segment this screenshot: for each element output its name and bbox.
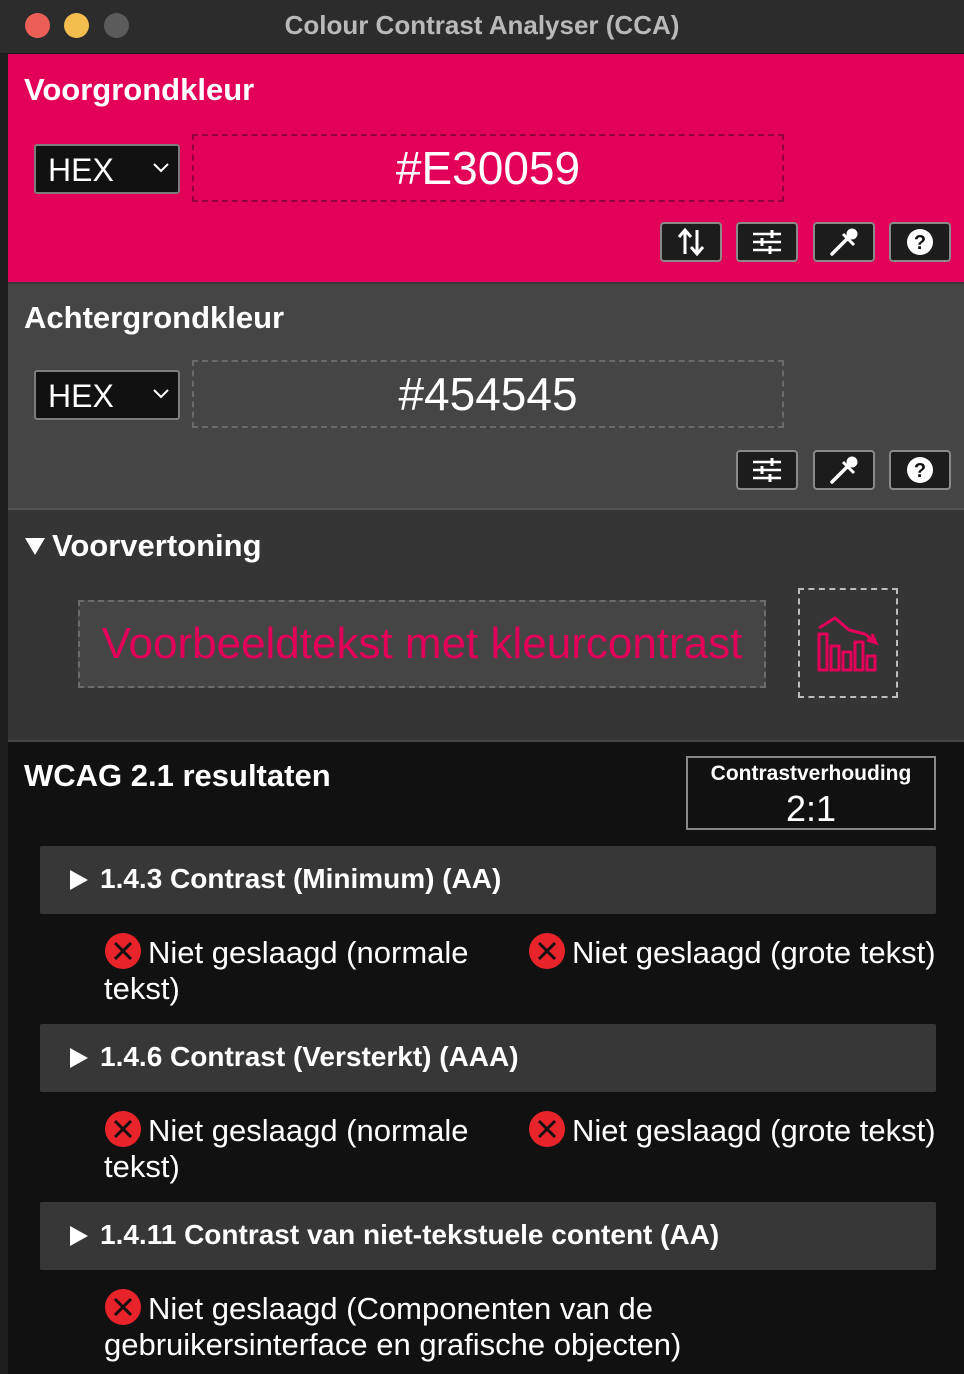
chevron-down-icon	[153, 389, 169, 399]
svg-text:?: ?	[914, 460, 926, 482]
eyedropper-icon	[830, 456, 858, 484]
background-sliders-button[interactable]	[736, 450, 798, 490]
foreground-title: Voorgrondkleur	[24, 72, 255, 107]
help-icon: ?	[907, 229, 933, 255]
preview-section: Voorvertoning Voorbeeldtekst met kleurco…	[8, 508, 964, 740]
result-1-4-6-large: Niet geslaagd (grote tekst)	[528, 1110, 964, 1149]
background-format-select[interactable]: HEX	[34, 370, 180, 420]
wcag-title: WCAG 2.1 resultaten	[24, 758, 331, 793]
result-1-4-11-ui: Niet geslaagd (Componenten van de gebrui…	[104, 1288, 744, 1363]
result-1-4-3-normal: Niet geslaagd (normale tekst)	[104, 932, 504, 1007]
preview-title: Voorvertoning	[52, 528, 262, 563]
result-text: Niet geslaagd (grote tekst)	[572, 1113, 936, 1148]
triangle-right-icon	[70, 870, 88, 890]
help-icon: ?	[907, 457, 933, 483]
eyedropper-icon	[830, 228, 858, 256]
foreground-hex-input[interactable]: #E30059	[192, 134, 784, 202]
background-eyedropper-button[interactable]	[813, 450, 875, 490]
criterion-1-4-6-toggle[interactable]: 1.4.6 Contrast (Versterkt) (AAA)	[40, 1024, 936, 1092]
sliders-icon	[753, 458, 781, 482]
foreground-format-select[interactable]: HEX	[34, 144, 180, 194]
fail-x-icon	[529, 1111, 565, 1147]
fail-x-icon	[105, 933, 141, 969]
fail-x-icon	[105, 1289, 141, 1325]
triangle-right-icon	[70, 1226, 88, 1246]
background-title: Achtergrondkleur	[24, 300, 285, 335]
foreground-sliders-button[interactable]	[736, 222, 798, 262]
swap-arrows-icon	[677, 227, 705, 257]
result-1-4-3-large: Niet geslaagd (grote tekst)	[528, 932, 964, 971]
foreground-section: Voorgrondkleur HEX #E30059 ?	[8, 54, 964, 282]
swap-colors-button[interactable]	[660, 222, 722, 262]
chart-button[interactable]	[798, 588, 898, 698]
triangle-down-icon	[25, 538, 45, 555]
window-edge	[0, 54, 8, 1374]
contrast-ratio-value: 2:1	[785, 788, 837, 829]
criterion-label: 1.4.11 Contrast van niet-tekstuele conte…	[100, 1219, 720, 1250]
result-text: Niet geslaagd (grote tekst)	[572, 935, 936, 970]
result-text: Niet geslaagd (normale tekst)	[104, 935, 469, 1006]
preview-sample-text: Voorbeeldtekst met kleurcontrast	[78, 600, 766, 688]
foreground-help-button[interactable]: ?	[889, 222, 951, 262]
background-hex-input[interactable]: #454545	[192, 360, 784, 428]
chart-icon	[817, 616, 879, 672]
window-title: Colour Contrast Analyser (CCA)	[284, 10, 680, 40]
foreground-format-value: HEX	[48, 152, 114, 188]
contrast-ratio-label: Contrastverhouding	[710, 762, 912, 785]
result-text: Niet geslaagd (Componenten van de gebrui…	[104, 1291, 682, 1362]
fail-x-icon	[105, 1111, 141, 1147]
svg-text:?: ?	[914, 232, 926, 254]
background-section: Achtergrondkleur HEX #454545 ?	[8, 282, 964, 508]
result-text: Niet geslaagd (normale tekst)	[104, 1113, 469, 1184]
background-format-value: HEX	[48, 378, 114, 414]
background-help-button[interactable]: ?	[889, 450, 951, 490]
title-bar: Colour Contrast Analyser (CCA)	[0, 0, 964, 54]
foreground-eyedropper-button[interactable]	[813, 222, 875, 262]
fail-x-icon	[529, 933, 565, 969]
result-1-4-6-normal: Niet geslaagd (normale tekst)	[104, 1110, 504, 1185]
wcag-results-section: WCAG 2.1 resultaten Contrastverhouding 2…	[8, 740, 964, 1374]
criterion-1-4-3-toggle[interactable]: 1.4.3 Contrast (Minimum) (AA)	[40, 846, 936, 914]
criterion-label: 1.4.6 Contrast (Versterkt) (AAA)	[100, 1041, 519, 1072]
chevron-down-icon	[153, 163, 169, 173]
contrast-ratio-box: Contrastverhouding 2:1	[686, 756, 936, 830]
sliders-icon	[753, 230, 781, 254]
criterion-label: 1.4.3 Contrast (Minimum) (AA)	[100, 863, 502, 894]
criterion-1-4-11-toggle[interactable]: 1.4.11 Contrast van niet-tekstuele conte…	[40, 1202, 936, 1270]
triangle-right-icon	[70, 1048, 88, 1068]
preview-toggle[interactable]: Voorvertoning	[24, 526, 262, 566]
